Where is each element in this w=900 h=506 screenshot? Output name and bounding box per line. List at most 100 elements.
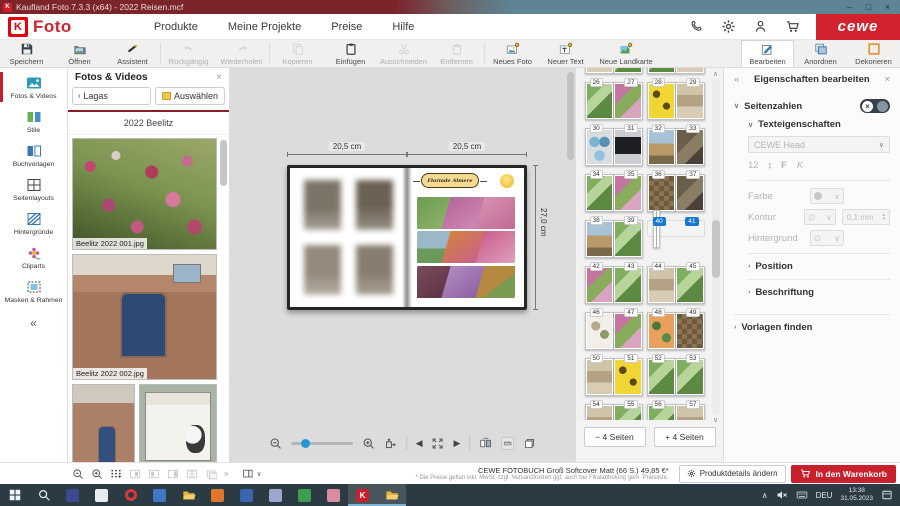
back-folder-button[interactable]: ‹ Lagas: [72, 87, 151, 105]
photo-thumbnail[interactable]: Beelitz 2022 002.jpg: [72, 254, 217, 380]
page-thumbnail[interactable]: [586, 313, 614, 349]
background-select[interactable]: ∅∨: [810, 230, 844, 246]
spread-thumbnail-36-37[interactable]: 3637: [647, 174, 705, 212]
page-thumbnail[interactable]: [676, 175, 704, 211]
page-thumbnail[interactable]: [648, 267, 676, 303]
view-bearbeiten[interactable]: Bearbeiten: [741, 40, 794, 67]
photobook-spread[interactable]: Floriade Almere: [287, 165, 527, 310]
scroll-down-icon[interactable]: ∨: [713, 416, 718, 424]
photo-amsterdam-2[interactable]: [351, 175, 398, 235]
position-section[interactable]: Position: [755, 261, 792, 272]
excel-taskbar-button[interactable]: [290, 484, 319, 506]
calculator-taskbar-button[interactable]: [261, 484, 290, 506]
collapse-sidebar-icon[interactable]: «: [30, 316, 37, 330]
sidebar-item-hintergr-nde[interactable]: Hintergründe: [0, 206, 67, 240]
editor-canvas[interactable]: 20,5 cm 20,5 cm 27,0 cm Floriade Almere: [230, 68, 575, 462]
word-taskbar-button[interactable]: [232, 484, 261, 506]
toolbar-new-text[interactable]: Neuer Text: [539, 40, 592, 67]
select-photos-button[interactable]: Auswählen: [155, 87, 225, 105]
photo-list-scrollbar[interactable]: [220, 140, 227, 454]
photo-thumbnail[interactable]: Beelitz 202...: [72, 384, 135, 462]
add-pages-button[interactable]: + 4 Seiten: [654, 427, 716, 447]
remote-desktop-taskbar-button[interactable]: [58, 484, 87, 506]
layers-icon[interactable]: [523, 437, 536, 450]
book-page-right[interactable]: Floriade Almere: [407, 168, 524, 307]
page-thumbnail[interactable]: [614, 359, 642, 395]
spread-thumbnail-32-33[interactable]: 3233: [647, 128, 705, 166]
product-details-button[interactable]: Produktdetails ändern: [679, 465, 786, 483]
notification-center-icon[interactable]: [881, 489, 893, 501]
page-thumbnail[interactable]: [648, 68, 676, 73]
page-thumbnail[interactable]: [614, 68, 642, 73]
spread-thumbnail-34-35[interactable]: 3435: [585, 174, 643, 212]
spread-thumbnail-52-53[interactable]: 5253: [647, 358, 705, 396]
more-tools-icon[interactable]: »: [224, 469, 228, 478]
spread-thumbnail-22-23[interactable]: 2223: [585, 68, 643, 74]
photo-thumbnail[interactable]: Beelitz 2022 004.jpg: [139, 384, 217, 462]
sidebar-item-fotos-videos[interactable]: Fotos & Videos: [0, 70, 67, 104]
book-page-left[interactable]: [290, 168, 407, 307]
page-thumbnail[interactable]: [614, 83, 642, 119]
search-button[interactable]: [29, 484, 58, 506]
close-icon[interactable]: ×: [216, 72, 222, 83]
thumbnails-zoom-in-icon[interactable]: [91, 468, 103, 480]
toolbar-assistant[interactable]: Assistent: [106, 40, 159, 67]
sidebar-item-cliparts[interactable]: Cliparts: [0, 240, 67, 274]
text-properties-section[interactable]: Texteigenschaften: [758, 119, 841, 130]
user-icon[interactable]: [753, 19, 768, 34]
color-select[interactable]: ∨: [810, 188, 844, 204]
spread-view-select[interactable]: ∨: [242, 468, 261, 480]
toolbar-open[interactable]: Öffnen: [53, 40, 106, 67]
paint-taskbar-button[interactable]: [319, 484, 348, 506]
page-thumbnail[interactable]: [657, 211, 659, 247]
page-thumbnail[interactable]: [648, 129, 676, 165]
sidebar-item-seitenlayouts[interactable]: Seitenlayouts: [0, 172, 67, 206]
page-thumbnail[interactable]: [614, 221, 642, 257]
fullscreen-icon[interactable]: [432, 437, 445, 450]
caption-section[interactable]: Beschriftung: [755, 287, 814, 298]
phone-icon[interactable]: [689, 19, 704, 34]
menu-hilfe[interactable]: Hilfe: [392, 21, 414, 33]
spread-thumbnail-24-25[interactable]: 2425: [647, 68, 705, 74]
spread-thumbnail-56-57[interactable]: 5657: [647, 404, 705, 420]
page-thumbnail[interactable]: [676, 313, 704, 349]
page-thumbnail[interactable]: [614, 129, 642, 165]
pages-scrollbar[interactable]: ∧ ∨: [711, 70, 720, 424]
previous-spread-icon[interactable]: ◀: [416, 438, 423, 449]
spread-thumbnail-38-39[interactable]: 3839: [585, 220, 643, 258]
page-thumbnail[interactable]: [676, 267, 704, 303]
mail-app-taskbar-button[interactable]: [87, 484, 116, 506]
view-anordnen[interactable]: Anordnen: [794, 40, 847, 67]
page-thumbnail[interactable]: [586, 68, 614, 73]
title-sticker[interactable]: Floriade Almere: [421, 173, 479, 188]
page-thumbnail[interactable]: [648, 175, 676, 211]
page-thumbnail[interactable]: [648, 313, 676, 349]
sort-grid-icon[interactable]: [110, 468, 122, 480]
ruler-icon[interactable]: [501, 437, 514, 450]
maximize-button[interactable]: □: [859, 2, 878, 12]
close-button[interactable]: ×: [878, 2, 897, 12]
italic-button[interactable]: K: [797, 160, 803, 171]
spread-thumbnail-30-31[interactable]: 3031: [585, 128, 643, 166]
spread-thumbnail-54-55[interactable]: 5455: [585, 404, 643, 420]
font-size-stepper[interactable]: ▴▾: [769, 162, 772, 170]
file-explorer-taskbar-button[interactable]: [174, 484, 203, 506]
kaufland-foto-taskbar-button[interactable]: K: [348, 484, 377, 506]
photo-amsterdam-3[interactable]: [299, 240, 346, 300]
toolbar-save[interactable]: Speichern: [0, 40, 53, 67]
page-thumbnail[interactable]: [586, 175, 614, 211]
page-thumbnail[interactable]: [676, 68, 704, 73]
folder-open-taskbar-button[interactable]: [377, 484, 406, 506]
spread-thumbnail-40-41[interactable]: 4041: [647, 220, 705, 237]
page-thumbnail[interactable]: [676, 129, 704, 165]
page-thumbnail[interactable]: [676, 83, 704, 119]
add-to-cart-button[interactable]: In den Warenkorb: [791, 465, 896, 483]
menu-preise[interactable]: Preise: [331, 21, 362, 33]
thumbnails-zoom-out-icon[interactable]: [72, 468, 84, 480]
page-thumbnail[interactable]: [586, 129, 614, 165]
toolbar-new-photo[interactable]: Neues Foto: [486, 40, 539, 67]
menu-produkte[interactable]: Produkte: [154, 21, 198, 33]
spread-thumbnail-46-47[interactable]: 4647: [585, 312, 643, 350]
page-thumbnail[interactable]: [586, 83, 614, 119]
outline-select[interactable]: ∅∨: [804, 209, 836, 225]
